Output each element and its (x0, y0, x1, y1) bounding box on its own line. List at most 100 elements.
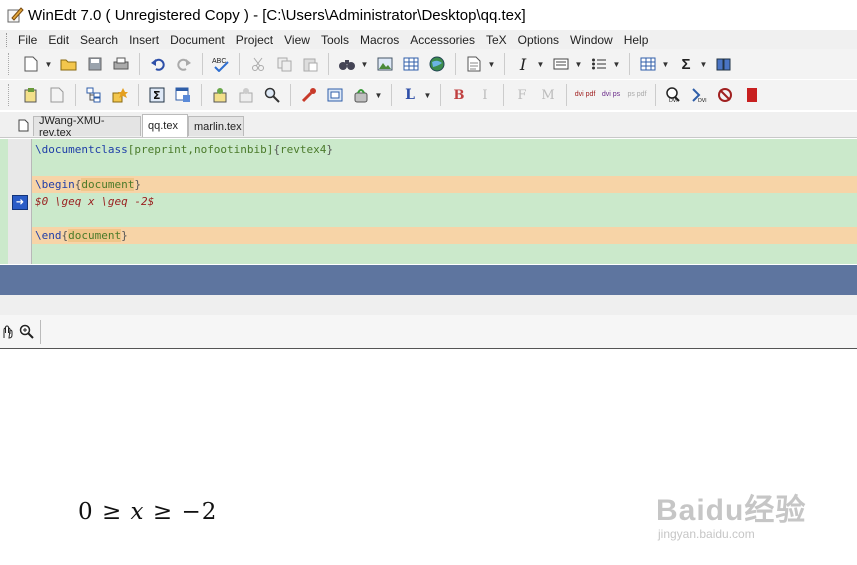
copy-icon[interactable] (273, 53, 295, 75)
menu-view[interactable]: View (280, 33, 317, 47)
dvi-to-ps-icon[interactable]: dvi ps (600, 84, 622, 106)
new-from-template-icon[interactable] (20, 84, 42, 106)
toolbar-separator (328, 53, 329, 75)
menu-window[interactable]: Window (566, 33, 620, 47)
editor-line-6[interactable]: \end{document} (32, 227, 857, 244)
document-tab-icon (18, 119, 29, 132)
bullet-list-dropdown-icon[interactable]: ▼ (612, 53, 621, 75)
window-splitter-bar[interactable] (0, 265, 857, 295)
paragraph-dropdown-icon[interactable]: ▼ (574, 53, 583, 75)
frame-icon[interactable] (324, 84, 346, 106)
menu-help[interactable]: Help (620, 33, 656, 47)
toolbar-separator (655, 84, 656, 106)
table-icon[interactable] (400, 53, 422, 75)
editor-line-5[interactable] (32, 210, 857, 227)
sigma-dropdown-icon[interactable]: ▼ (699, 53, 708, 75)
toolbar-separator (239, 53, 240, 75)
undo-icon[interactable] (147, 53, 169, 75)
tab-jwang-xmu-rev[interactable]: JWang-XMU-rev.tex (33, 115, 141, 139)
cut-icon[interactable] (247, 53, 269, 75)
menu-tools[interactable]: Tools (317, 33, 356, 47)
print-icon[interactable] (110, 53, 132, 75)
menubar-grip[interactable] (6, 32, 10, 47)
find-binoculars-icon[interactable] (336, 53, 358, 75)
pdf-icon[interactable] (741, 84, 763, 106)
open-folder-icon[interactable] (58, 53, 80, 75)
italic-cursor-icon[interactable]: I (512, 53, 534, 75)
toolbar-separator (75, 84, 76, 106)
title-bar: WinEdt 7.0 ( Unregistered Copy ) - [C:\U… (0, 0, 857, 30)
sigma-icon[interactable]: Σ (675, 53, 697, 75)
editor-line-4[interactable]: $0 \geq x \geq -2$ (32, 193, 857, 210)
gather-icon[interactable] (209, 84, 231, 106)
dvi-preview-icon[interactable]: DVI (663, 84, 685, 106)
spellcheck-icon[interactable]: ABC (210, 53, 232, 75)
math-sigma-box-icon[interactable]: Σ (146, 84, 168, 106)
toolbar-separator (391, 84, 392, 106)
ps-to-pdf-icon[interactable]: ps pdf (626, 84, 648, 106)
document-dropdown-icon[interactable]: ▼ (487, 53, 496, 75)
latex-l-icon[interactable]: L (399, 84, 421, 106)
tabular-dropdown-icon[interactable]: ▼ (661, 53, 670, 75)
menu-search[interactable]: Search (76, 33, 125, 47)
close-document-icon[interactable] (46, 84, 68, 106)
project-tree-icon[interactable] (83, 84, 105, 106)
paragraph-format-icon[interactable] (550, 53, 572, 75)
image-icon[interactable] (374, 53, 396, 75)
new-document-icon[interactable] (20, 53, 42, 75)
editor-line-2[interactable] (32, 158, 857, 175)
project-set-main-icon[interactable] (109, 84, 131, 106)
environment-icon[interactable] (350, 84, 372, 106)
menu-macros[interactable]: Macros (356, 33, 406, 47)
document-window-icon[interactable] (172, 84, 194, 106)
menu-document[interactable]: Document (166, 33, 232, 47)
dvi-to-pdf-icon[interactable]: dvi pdf (574, 84, 596, 106)
latex-dropdown-icon[interactable]: ▼ (423, 84, 432, 106)
toolbar-separator (40, 319, 41, 344)
font-m-button[interactable]: M (537, 84, 559, 106)
winedt-app-icon[interactable] (6, 6, 24, 24)
watermark-url: jingyan.baidu.com (658, 527, 755, 541)
dvi-preview-pane[interactable]: 0 ≥ x ≥ −2 Baidu经验 jingyan.baidu.com (0, 349, 857, 565)
gather-disabled-icon[interactable] (235, 84, 257, 106)
dvi-search-icon[interactable]: DVI (689, 84, 711, 106)
toolbar-grip[interactable] (8, 53, 12, 75)
dvi-clean-icon[interactable] (715, 84, 737, 106)
zoom-tool-icon[interactable] (18, 321, 34, 343)
menu-accessories[interactable]: Accessories (406, 33, 482, 47)
tab-marlin[interactable]: marlin.tex (188, 116, 244, 136)
tab-label: marlin.tex (194, 120, 242, 133)
svg-text:DVI: DVI (698, 98, 707, 103)
hand-tool-icon[interactable] (0, 321, 14, 343)
globe-icon[interactable] (426, 53, 448, 75)
menu-insert[interactable]: Insert (125, 33, 166, 47)
toolbar-separator (503, 84, 504, 106)
color-picker-icon[interactable] (298, 84, 320, 106)
new-document-dropdown-icon[interactable]: ▼ (44, 53, 53, 75)
menu-file[interactable]: File (14, 33, 44, 47)
tab-qq[interactable]: qq.tex (142, 114, 188, 137)
menu-tex[interactable]: TeX (482, 33, 514, 47)
menu-options[interactable]: Options (514, 33, 566, 47)
editor-line-1[interactable]: \documentclass[preprint,nofootinbib]{rev… (32, 141, 857, 158)
tabular-icon[interactable] (637, 53, 659, 75)
book-icon[interactable] (713, 53, 735, 75)
magnifier-icon[interactable] (261, 84, 283, 106)
toolbar-grip[interactable] (8, 84, 12, 106)
menu-edit[interactable]: Edit (44, 33, 76, 47)
italic-button[interactable]: I (474, 84, 496, 106)
source-editor[interactable]: \documentclass[preprint,nofootinbib]{rev… (0, 139, 857, 264)
bold-button[interactable]: B (448, 84, 470, 106)
font-f-button[interactable]: F (511, 84, 533, 106)
editor-line-3[interactable]: \begin{document} (32, 176, 857, 193)
document-icon[interactable] (463, 53, 485, 75)
redo-icon[interactable] (173, 53, 195, 75)
toolbar-separator (566, 84, 567, 106)
find-dropdown-icon[interactable]: ▼ (360, 53, 369, 75)
bullet-list-icon[interactable] (588, 53, 610, 75)
save-icon[interactable] (84, 53, 106, 75)
environment-dropdown-icon[interactable]: ▼ (374, 84, 383, 106)
paste-icon[interactable] (299, 53, 321, 75)
italic-dropdown-icon[interactable]: ▼ (536, 53, 545, 75)
menu-project[interactable]: Project (232, 33, 280, 47)
